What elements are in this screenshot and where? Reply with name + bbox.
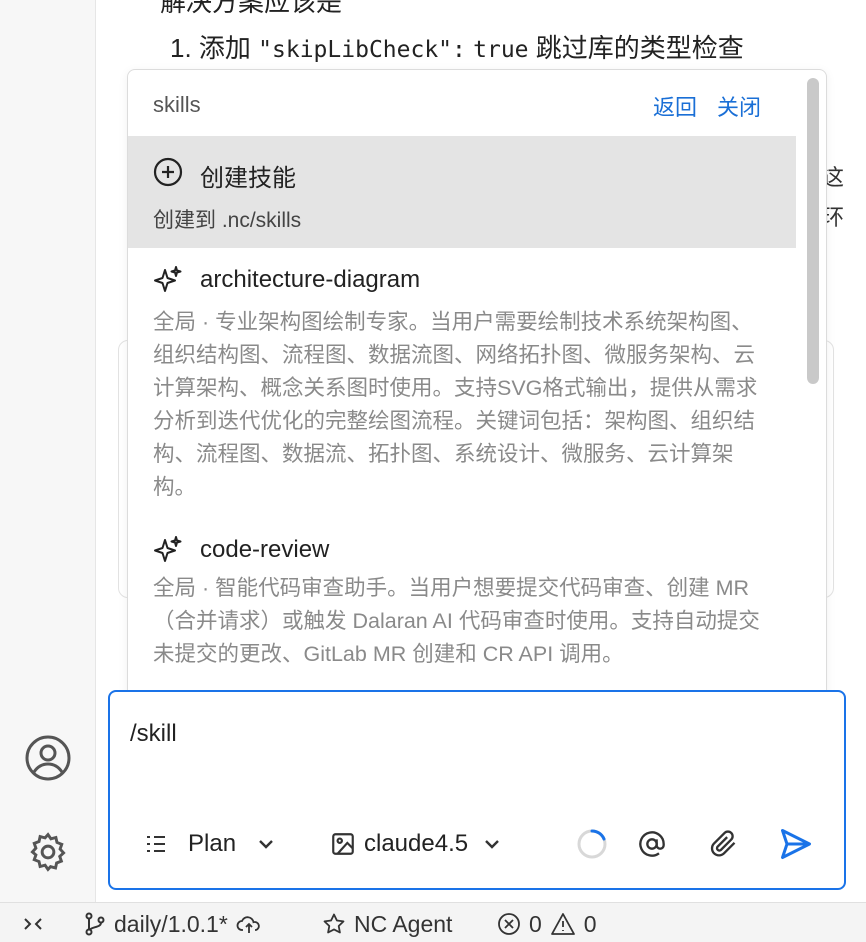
popup-title: skills	[153, 92, 201, 117]
attachment-paperclip-icon[interactable]	[710, 824, 738, 864]
error-count: 0	[529, 910, 542, 937]
step-line: 1. 添加 "skipLibCheck": true 跳过库的类型检查	[170, 28, 744, 65]
error-circle-icon	[497, 912, 521, 936]
create-skill-item[interactable]: 创建技能 创建到 .nc/skills	[128, 136, 796, 248]
skill-description: 全局 · 智能代码审查助手。当用户想要提交代码审查、创建 MR（合并请求）或触发…	[153, 576, 760, 666]
list-checks-icon	[144, 832, 168, 856]
skill-name: code-review	[200, 536, 330, 563]
skill-item-architecture-diagram[interactable]: architecture-diagram 全局 · 专业架构图绘制专家。当用户需…	[128, 248, 796, 518]
image-icon	[330, 831, 356, 857]
plus-circle-icon	[152, 156, 184, 188]
code-value: true	[473, 37, 529, 63]
warning-count: 0	[583, 910, 597, 937]
problems-indicator[interactable]: 0 0	[497, 911, 597, 937]
chevron-down-icon	[482, 834, 502, 854]
git-branch-indicator[interactable]: daily/1.0.1*	[84, 911, 262, 937]
create-skill-subtitle: 创建到 .nc/skills	[153, 209, 302, 232]
app-window: 解决方案应该是 1. 添加 "skipLibCheck": true 跳过库的类…	[0, 0, 866, 942]
chevron-down-icon	[256, 834, 276, 854]
mode-label: Plan	[188, 830, 237, 857]
skill-description: 全局 · 专业架构图绘制专家。当用户需要绘制技术系统架构图、组织结构图、流程图、…	[153, 310, 758, 499]
mode-selector[interactable]: Plan	[144, 824, 276, 864]
popup-header: skills 返回 关闭	[128, 70, 804, 136]
star-icon	[322, 912, 346, 936]
send-button[interactable]	[778, 824, 814, 864]
back-button[interactable]: 返回	[653, 90, 697, 122]
chat-input-box[interactable]: /skill Plan claude4.5	[108, 690, 846, 890]
close-button[interactable]: 关闭	[717, 90, 761, 122]
activity-bar	[0, 0, 96, 902]
skill-name: architecture-diagram	[200, 266, 421, 293]
remote-connection-icon[interactable]	[22, 911, 44, 937]
status-bar: daily/1.0.1* NC Agent 0 0	[0, 902, 866, 942]
model-label: claude4.5	[364, 830, 469, 857]
agent-name: NC Agent	[354, 910, 453, 937]
model-selector[interactable]: claude4.5	[330, 824, 502, 864]
create-skill-title: 创建技能	[200, 165, 296, 192]
step-number: 1.	[170, 33, 192, 63]
skill-item-code-review[interactable]: code-review 全局 · 智能代码审查助手。当用户想要提交代码审查、创建…	[128, 518, 796, 706]
cloud-sync-icon	[236, 913, 262, 935]
agent-indicator[interactable]: NC Agent	[322, 911, 452, 937]
account-icon[interactable]	[22, 732, 74, 784]
loading-spinner-icon	[576, 824, 608, 864]
chat-input-text[interactable]: /skill	[130, 720, 177, 748]
partial-heading: 解决方案应该是	[160, 0, 343, 17]
mention-at-icon[interactable]	[638, 824, 666, 864]
popup-scrollbar[interactable]	[807, 78, 819, 384]
branch-name: daily/1.0.1*	[114, 910, 228, 937]
settings-gear-icon[interactable]	[22, 826, 74, 878]
git-branch-icon	[84, 912, 106, 936]
skills-popup: skills 返回 关闭 创建技能 创建到 .nc/skills archite	[127, 69, 827, 707]
step-suffix: 跳过库的类型检查	[535, 33, 744, 63]
sparkles-icon	[152, 264, 184, 296]
step-prefix: 添加	[198, 33, 251, 63]
warning-triangle-icon	[550, 912, 576, 936]
code-key: "skipLibCheck":	[258, 37, 466, 63]
sparkles-icon	[152, 534, 184, 566]
